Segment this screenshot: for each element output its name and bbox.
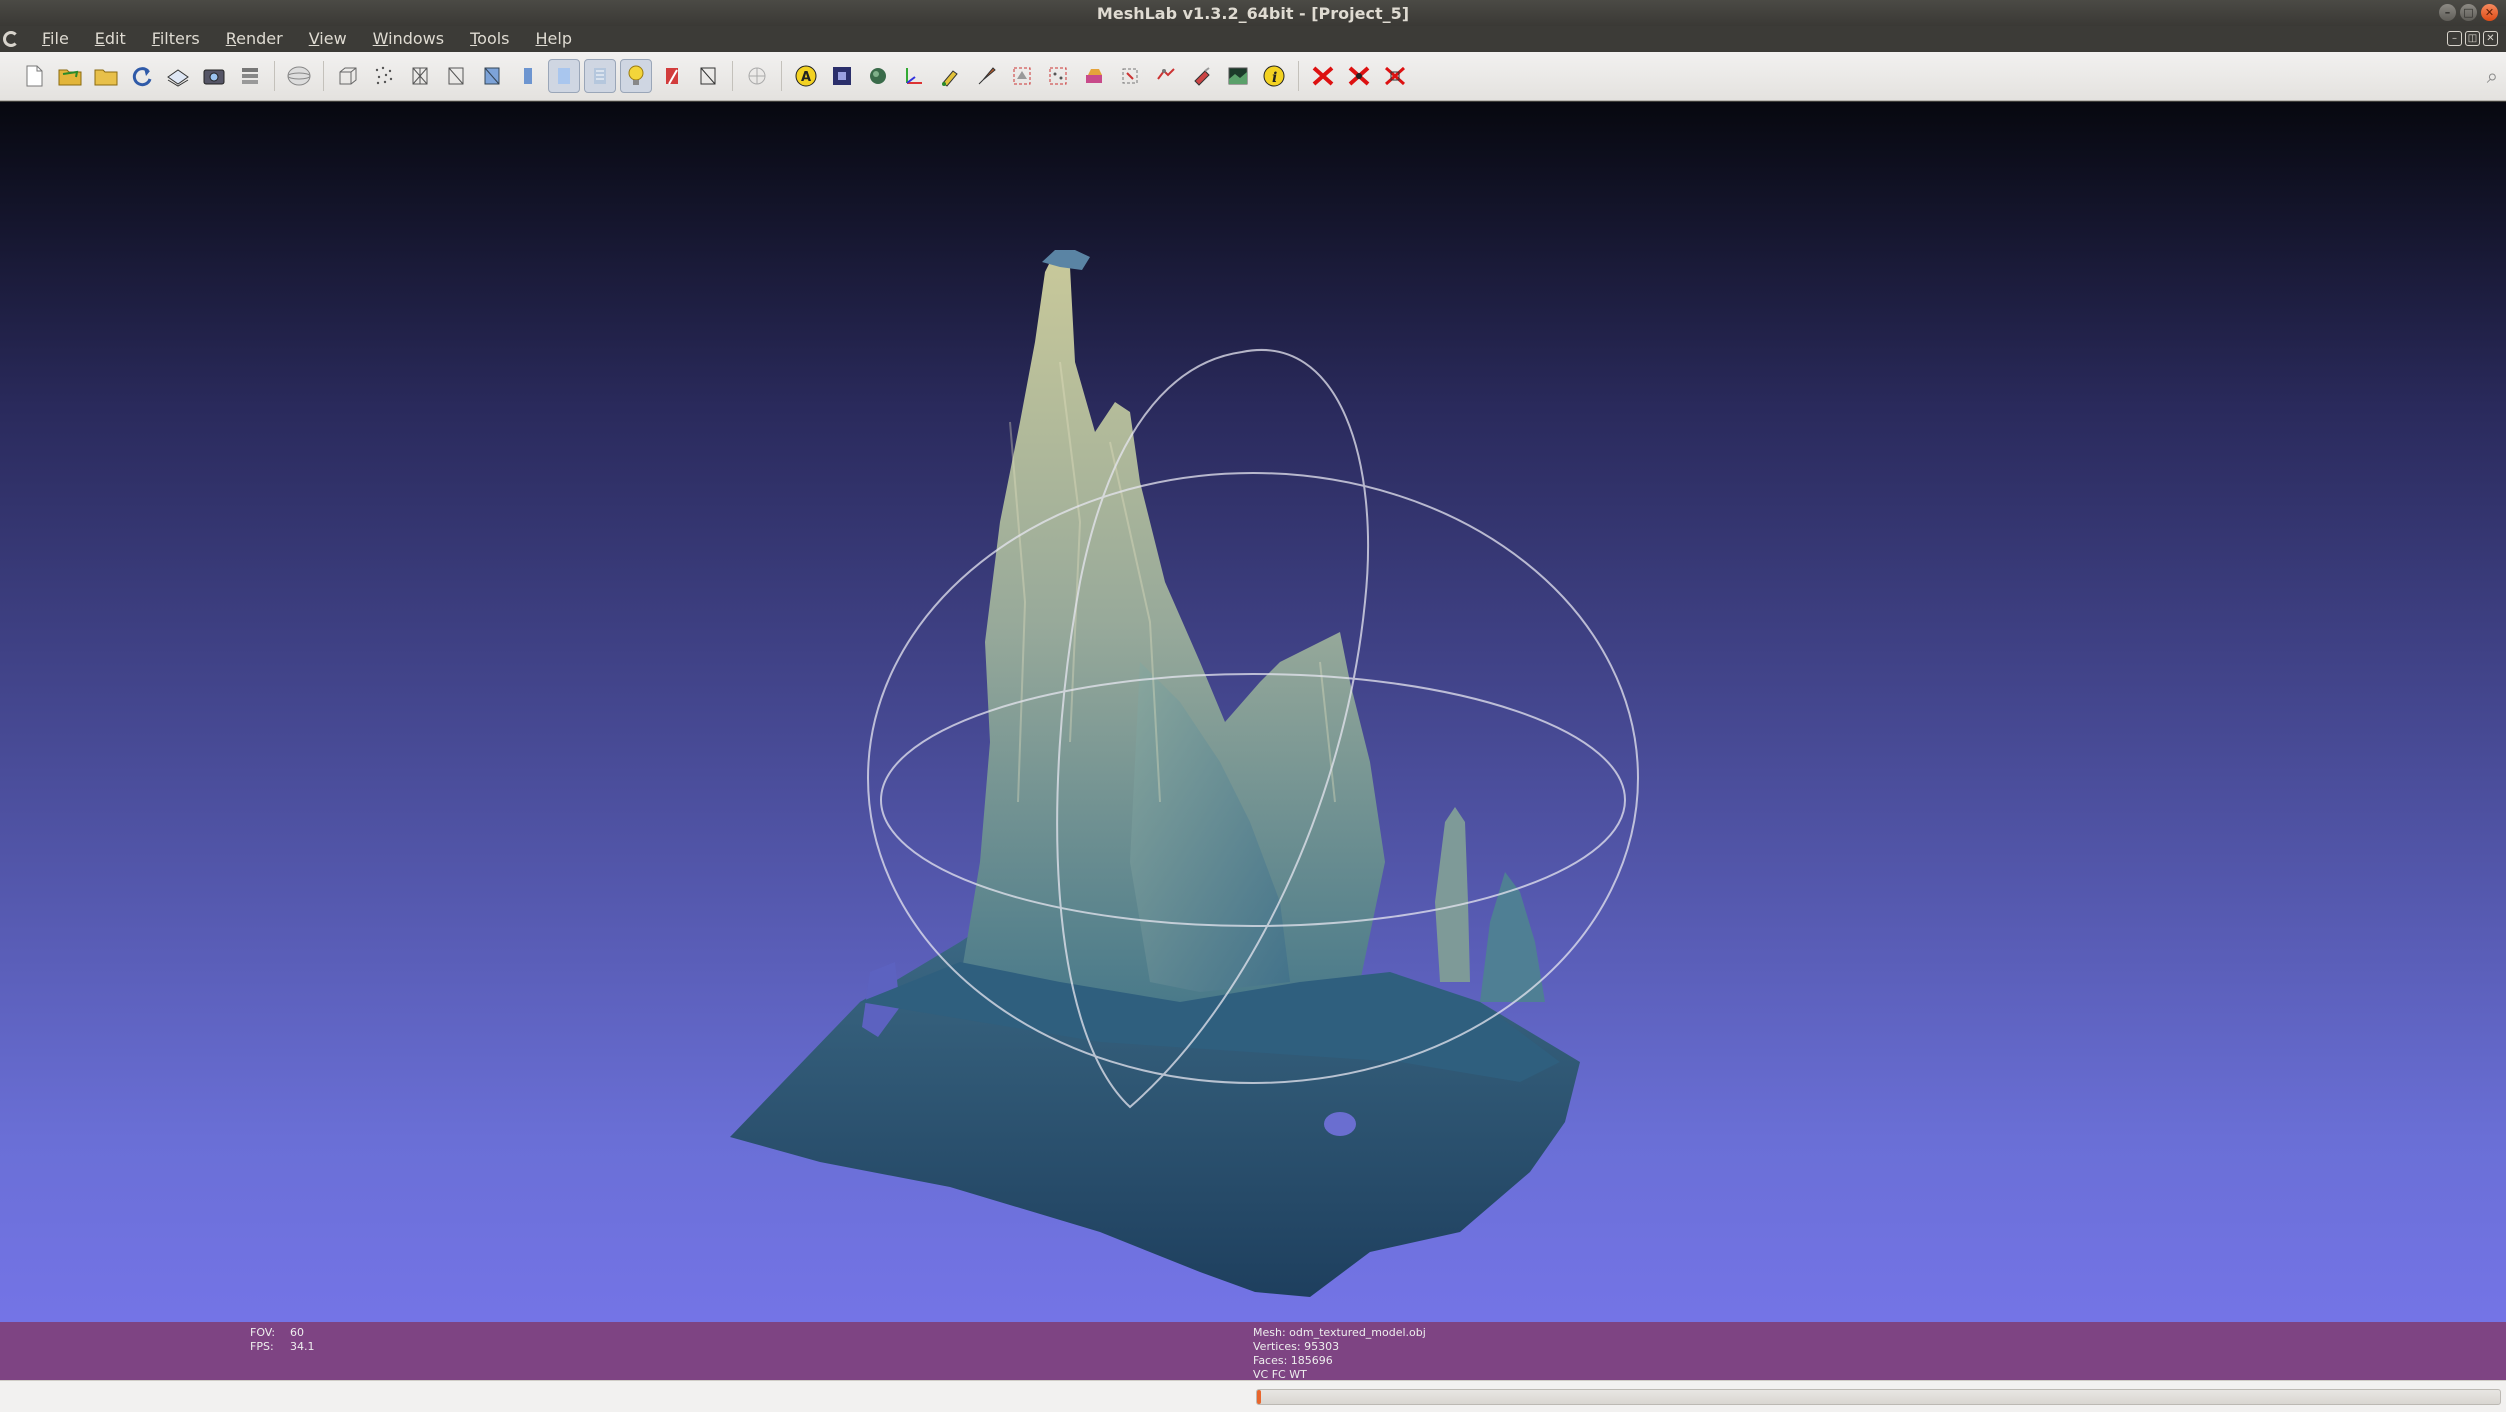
maximize-window-button[interactable]: □ [2460, 4, 2477, 21]
smooth-icon[interactable] [548, 59, 580, 93]
light-on-icon[interactable] [620, 59, 652, 93]
delete-selection-icon[interactable] [1379, 59, 1411, 93]
info-panel: FOV: 60 FPS: 34.1 Mesh: odm_textured_mod… [0, 1322, 2506, 1382]
z-painting-icon[interactable] [1078, 59, 1110, 93]
menu-help[interactable]: Help [523, 26, 585, 52]
ortho-view-icon[interactable] [741, 59, 773, 93]
import-mesh-icon[interactable] [90, 59, 122, 93]
toolbar-separator [1298, 61, 1299, 91]
menu-view[interactable]: View [296, 26, 360, 52]
meshlab-logo-icon[interactable] [3, 31, 19, 47]
fps-value: 34.1 [290, 1340, 315, 1353]
progress-bar [1256, 1389, 2501, 1405]
menu-filters[interactable]: Filters [139, 26, 213, 52]
menu-edit[interactable]: Edit [82, 26, 139, 52]
texture-icon[interactable] [692, 59, 724, 93]
menu-bar: File Edit Filters Render View Windows To… [0, 26, 2506, 52]
svg-text:i: i [1272, 70, 1277, 86]
svg-text:A: A [801, 70, 811, 85]
hidden-lines-icon[interactable] [440, 59, 472, 93]
mesh-info: Mesh: odm_textured_model.obj Vertices: 9… [1253, 1326, 1426, 1382]
minimize-window-button[interactable]: – [2439, 4, 2456, 21]
mdi-restore-button[interactable]: ◫ [2465, 31, 2480, 46]
mesh-hole [1324, 1112, 1356, 1136]
fps-label: FPS: [250, 1340, 274, 1353]
trackball-icon[interactable] [283, 59, 315, 93]
select-faces-icon[interactable] [1006, 59, 1038, 93]
mdi-minimize-button[interactable]: – [2447, 31, 2462, 46]
fill-holes-icon[interactable] [1114, 59, 1146, 93]
window-controls: – □ ✕ [2439, 4, 2498, 21]
fps-row: FPS: 34.1 [250, 1340, 315, 1354]
point-picker-icon[interactable] [1150, 59, 1182, 93]
align-icon[interactable] [862, 59, 894, 93]
info-icon[interactable]: i [1258, 59, 1290, 93]
close-window-button[interactable]: ✕ [2481, 4, 2498, 21]
measure-icon[interactable] [1186, 59, 1218, 93]
delete-vertices-icon[interactable] [1343, 59, 1375, 93]
fov-value: 60 [290, 1326, 304, 1339]
export-mesh-icon[interactable] [162, 59, 194, 93]
mesh-name: Mesh: odm_textured_model.obj [1253, 1326, 1426, 1339]
wireframe-icon[interactable] [404, 59, 436, 93]
open-project-icon[interactable] [54, 59, 86, 93]
menu-file[interactable]: File [29, 26, 82, 52]
flat-icon[interactable] [512, 59, 544, 93]
mesh-far-right-pillar [1480, 872, 1545, 1002]
annotation-icon[interactable]: A [790, 59, 822, 93]
toolbar-separator [323, 61, 324, 91]
bbox-icon[interactable] [332, 59, 364, 93]
mdi-close-button[interactable]: ✕ [2483, 31, 2498, 46]
window-titlebar: MeshLab v1.3.2_64bit - [Project_5] – □ ✕ [0, 0, 2506, 26]
axis-icon[interactable] [898, 59, 930, 93]
texture-transfer-icon[interactable] [1222, 59, 1254, 93]
fov-label: FOV: [250, 1326, 276, 1339]
toolbar-separator [732, 61, 733, 91]
3d-viewport[interactable] [0, 102, 2506, 1322]
raster-camera-icon[interactable] [826, 59, 858, 93]
fov-row: FOV: 60 [250, 1326, 315, 1340]
progress-fill [1257, 1390, 1261, 1404]
new-project-icon[interactable] [18, 59, 50, 93]
paint-icon[interactable] [934, 59, 966, 93]
mdi-controls: – ◫ ✕ [2447, 31, 2498, 46]
vertex-count: Vertices: 95303 [1253, 1340, 1340, 1353]
brush-icon[interactable] [970, 59, 1002, 93]
main-toolbar: A i ⌕ [0, 52, 2506, 101]
search-icon[interactable]: ⌕ [2487, 64, 2498, 88]
toolbar-separator [781, 61, 782, 91]
mesh-render [730, 250, 1639, 1297]
menu-windows[interactable]: Windows [360, 26, 457, 52]
points-icon[interactable] [368, 59, 400, 93]
toolbar-separator [274, 61, 275, 91]
layers-icon[interactable] [234, 59, 266, 93]
texture-mode-icon[interactable] [584, 59, 616, 93]
menu-tools[interactable]: Tools [457, 26, 522, 52]
reload-icon[interactable] [126, 59, 158, 93]
view-info: FOV: 60 FPS: 34.1 [250, 1326, 315, 1354]
mesh-right-pillar [1435, 807, 1470, 982]
color-icon[interactable] [656, 59, 688, 93]
snapshot-icon[interactable] [198, 59, 230, 93]
delete-faces-icon[interactable] [1307, 59, 1339, 93]
menu-render[interactable]: Render [213, 26, 296, 52]
status-bar [0, 1380, 2506, 1412]
select-vertices-icon[interactable] [1042, 59, 1074, 93]
face-count: Faces: 185696 [1253, 1354, 1333, 1367]
flat-lines-icon[interactable] [476, 59, 508, 93]
window-title: MeshLab v1.3.2_64bit - [Project_5] [1096, 3, 1410, 23]
